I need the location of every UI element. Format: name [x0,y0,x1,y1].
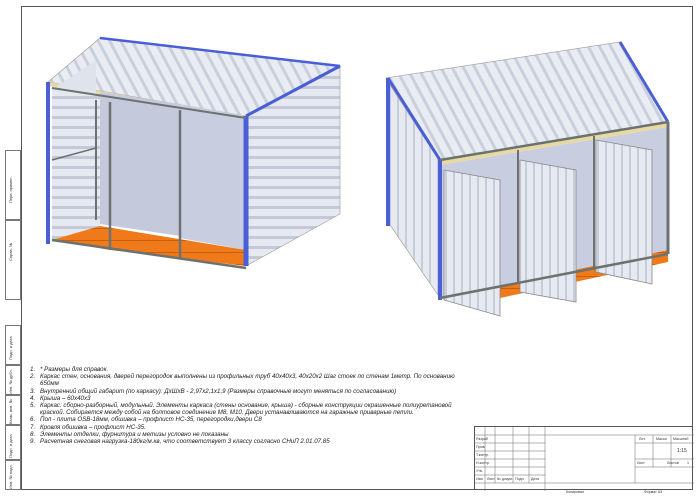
label-lit: Лит. [639,437,646,441]
note-number: 9. [30,438,36,446]
cell-back-wall [100,92,180,236]
note-number: 8. [30,430,36,438]
side-wall-left [52,90,100,240]
label-list-2: Лист [637,461,645,465]
label-utv: Утв. [476,469,483,473]
side-label: Инв. № подл. [8,464,13,489]
note-number: 3. [30,387,36,395]
label-kopiroval: Копировал [566,490,585,494]
note-text: Каркас: сборно-разборный, модульный. Эле… [40,402,452,417]
open-view [46,36,341,270]
note-item: 9. Расчетная снеговая нагрузка-180кг/м.кв… [30,438,470,445]
note-item: 5. Каркас: сборно-разборный, модульный. Э… [30,402,470,416]
note-number: 1. [30,366,36,373]
title-block: Изм Лист № докум. Подп. Дата Разраб Пров… [474,426,694,491]
closed-view [385,41,670,317]
drawing-sheet: Перв. примен. Справ. № Подп. и дата Инв.… [0,0,700,496]
note-item: 3. Внутренний общий габарит (по каркасу):… [30,388,470,395]
side-cell: Инв. № подл. [5,460,21,490]
label-listov: Листов [667,461,679,465]
note-text: Внутренний общий габарит (по каркасу): Д… [40,387,397,395]
side-label: Взам. инв. № [8,399,13,424]
label-n-kontr: Н.контр. [476,461,490,465]
note-number: 5. [30,402,36,410]
note-text: Кровля обшивка – профлист НС-35. [40,423,146,431]
door [443,169,501,317]
note-item: 6. Пол - плита OSB-18мм, обшивка – профли… [30,416,470,423]
label-izm: Изм [476,477,483,481]
label-razrab: Разраб [476,437,488,441]
label-masshtab: Масштаб [673,437,689,441]
note-number: 6. [30,416,36,424]
label-t-kontr: Т.контр. [476,453,490,457]
note-item: 1. * Размеры для справок. [30,366,470,373]
sheet-count: 1 [687,461,689,465]
note-number: 4. [30,394,36,402]
note-text: Каркас стен, основания, дверей перегород… [40,373,455,388]
note-item: 4. Крыша – 60х40х3 [30,395,470,402]
technical-notes: 1. * Размеры для справок. 2. Каркас стен, … [30,366,470,445]
scale-value: 1:15 [677,448,687,454]
label-n-dokum: № докум. [497,477,513,481]
label-list: Лист [487,477,495,481]
side-label: Подп. и дата [8,434,13,458]
shed-illustrations [46,36,670,317]
note-item: 8. Элементы отделки, фурнитура и метизы у… [30,431,470,438]
note-number: 7. [30,423,36,431]
side-label: Инв. № дубл. [8,369,13,394]
note-text: Крыша – 60х40х3 [40,394,91,402]
cell-back-wall [180,104,246,250]
side-cell: Подп. и дата [5,425,21,460]
label-podp: Подп. [515,477,525,481]
note-text: * Размеры для справок. [40,366,109,373]
note-text: Расчетная снеговая нагрузка-180кг/м.кв, … [40,438,330,446]
label-massa: Масса [656,437,667,441]
label-data: Дата [531,477,539,481]
note-number: 2. [30,373,36,381]
side-cell: Взам. инв. № [5,395,21,425]
note-text: Пол - плита OSB-18мм, обшивка – профлист… [40,416,262,424]
note-item: 7. Кровля обшивка – профлист НС-35. [30,424,470,431]
label-format: Формат А3 [644,490,663,494]
note-item: 2. Каркас стен, основания, дверей перегор… [30,373,470,387]
label-prov: Пров. [476,445,486,449]
note-text: Элементы отделки, фурнитура и метизы усл… [40,430,229,438]
